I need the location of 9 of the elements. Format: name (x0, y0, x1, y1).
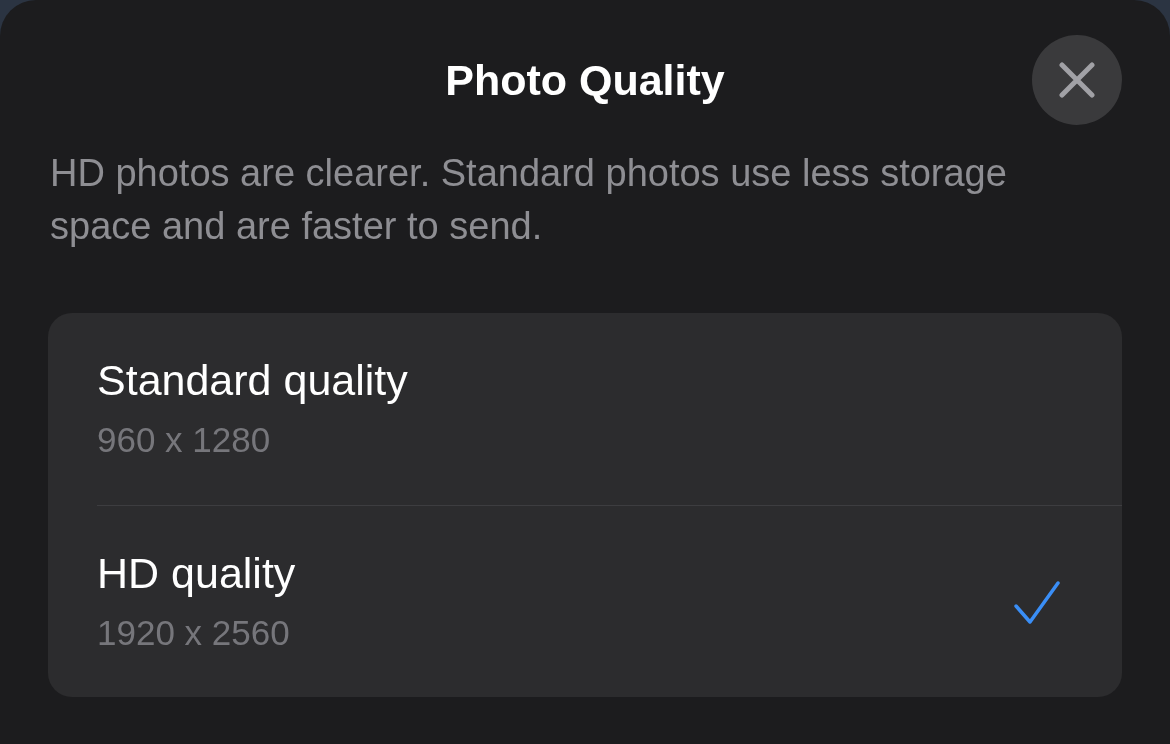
option-label: Standard quality (97, 355, 408, 406)
quality-option[interactable]: HD quality 1920 x 2560 (97, 505, 1122, 697)
option-resolution: 1920 x 2560 (97, 612, 291, 654)
description-text: HD photos are clearer. Standard photos use less storage space and are faster to send. (50, 151, 1008, 249)
option-label: HD quality (97, 548, 296, 599)
quality-option[interactable]: Standard quality 960 x 1280 (97, 313, 1122, 505)
option-resolution: 960 x 1280 (97, 419, 272, 461)
close-icon (1059, 62, 1095, 98)
sheet-title: Photo Quality (444, 55, 726, 106)
